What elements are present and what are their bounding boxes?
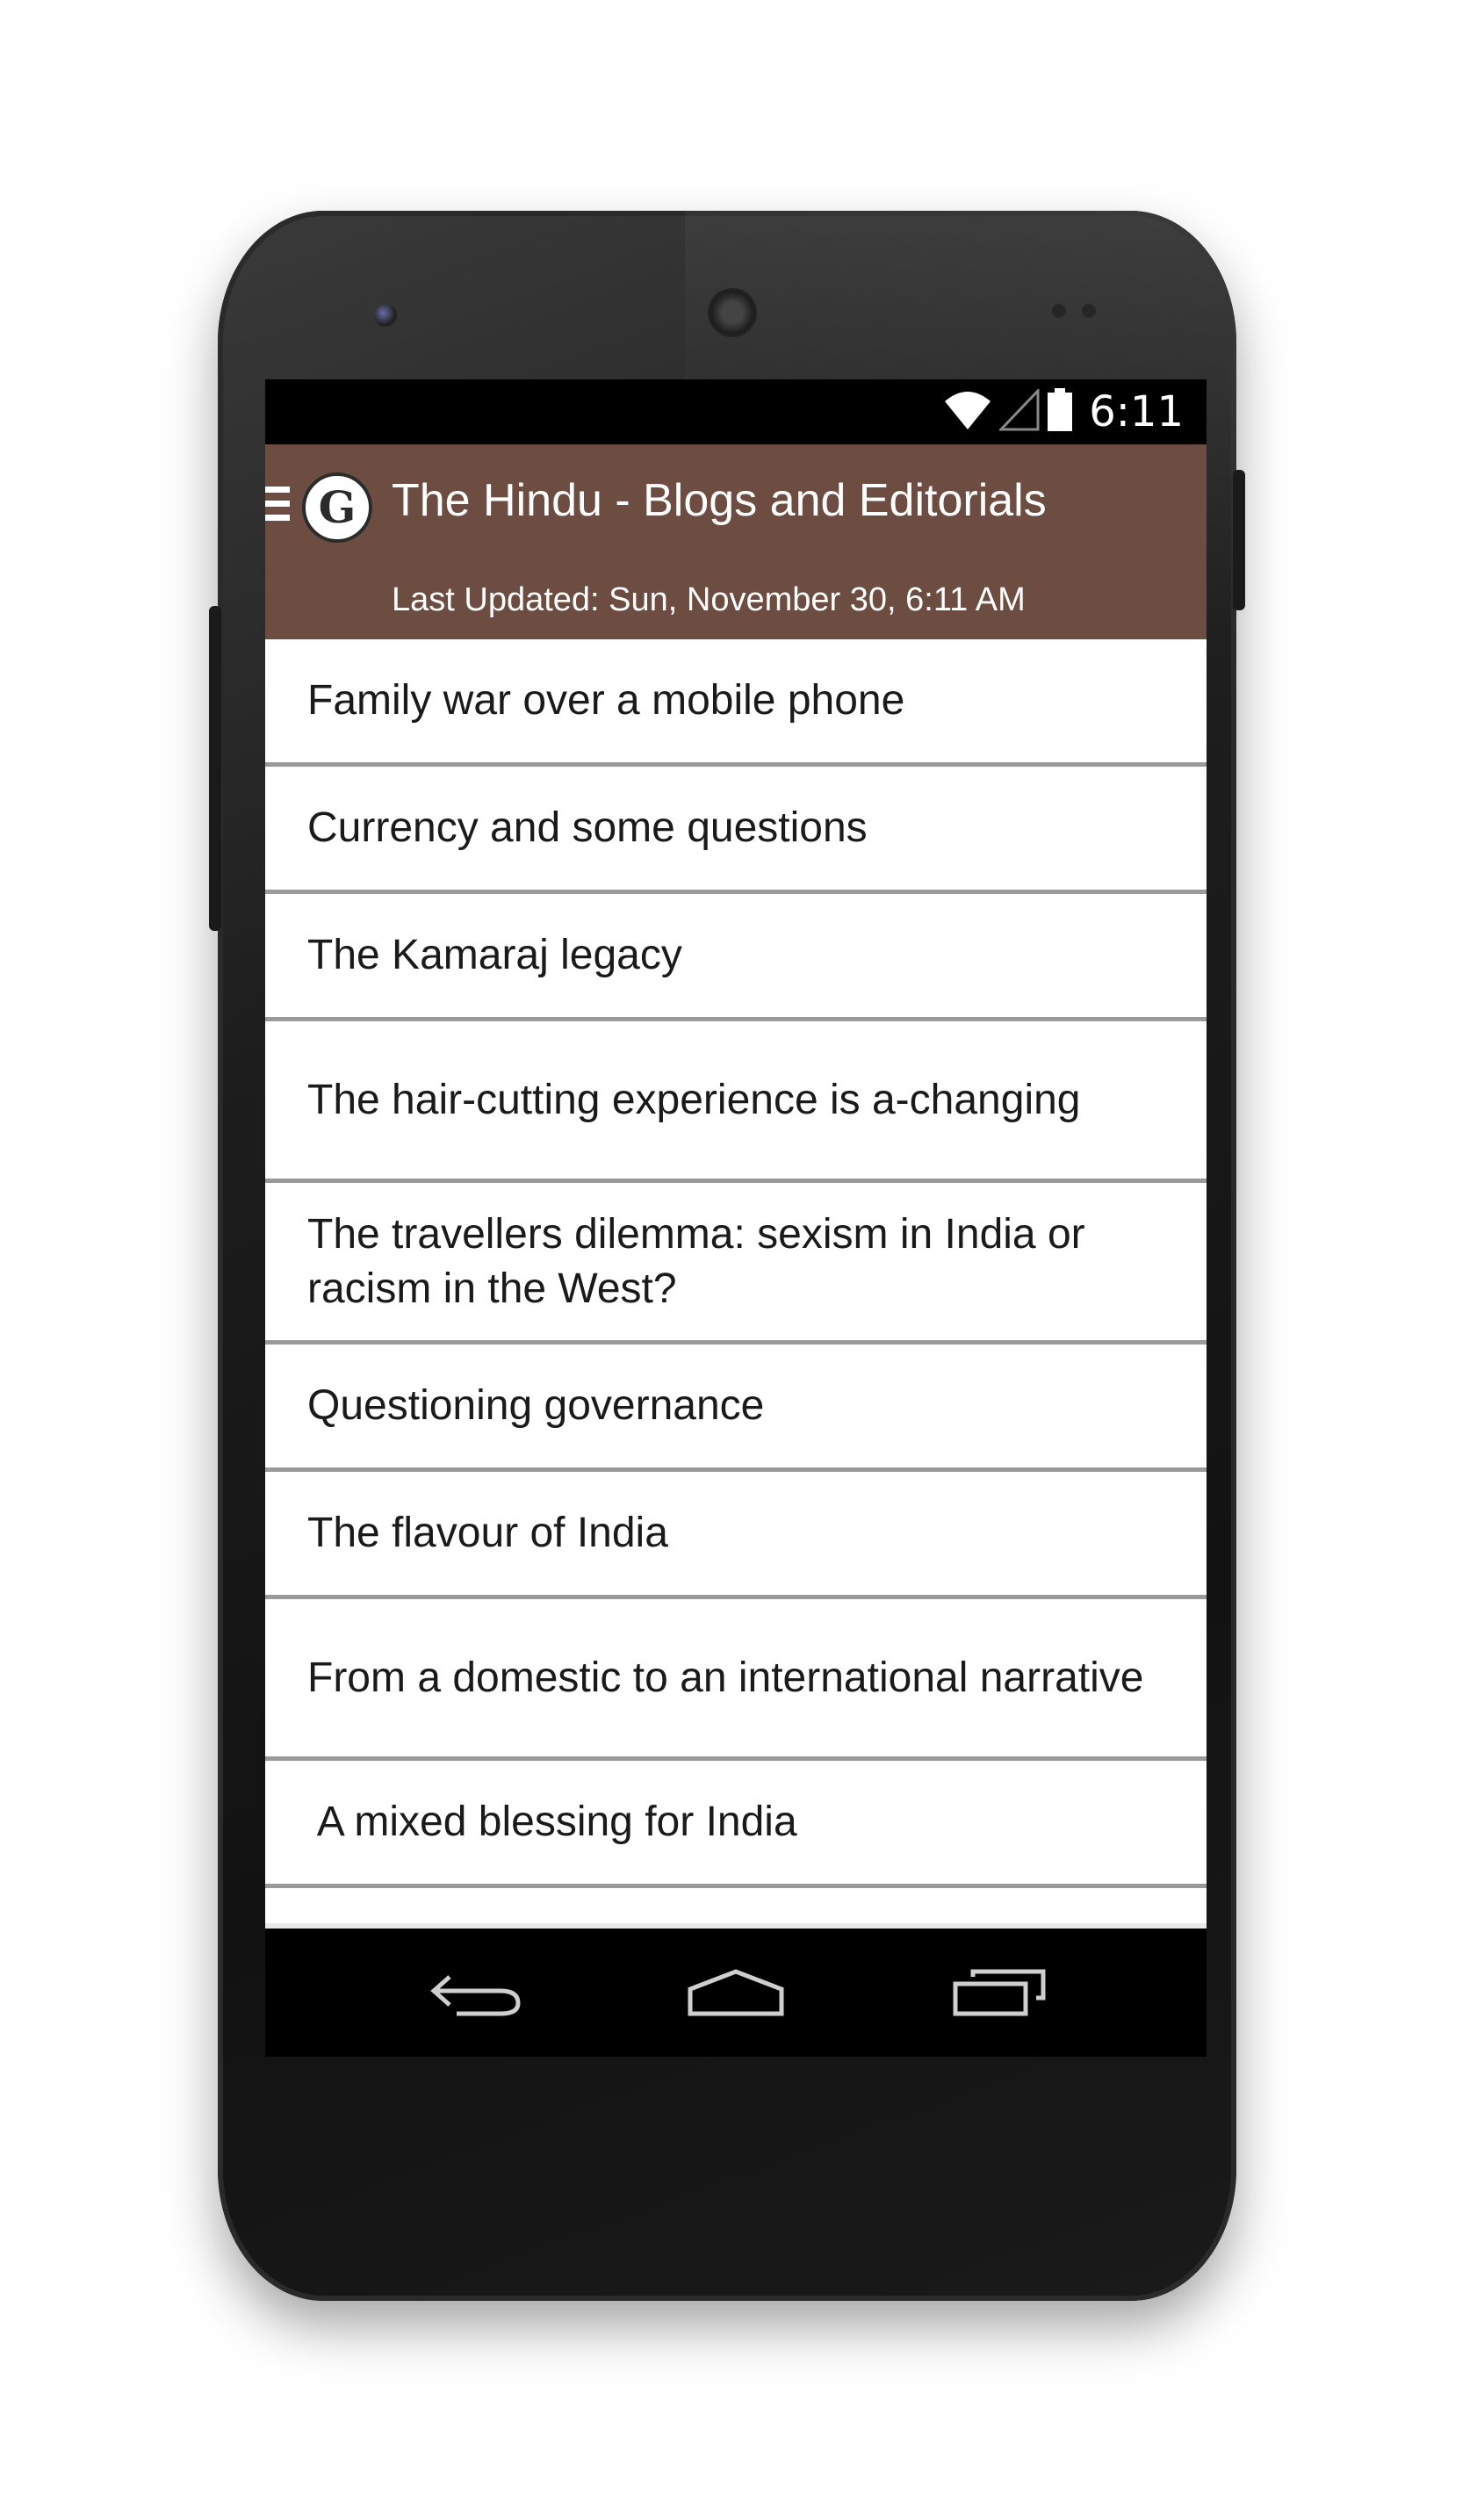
navigation-bar (265, 1929, 1207, 2057)
action-bar: G The Hindu - Blogs and Editorials Last … (265, 444, 1207, 639)
article-title: Currency and some questions (307, 804, 868, 851)
power-button (1233, 470, 1245, 610)
list-item-partial[interactable] (265, 1888, 1207, 1923)
the-hindu-logo[interactable]: G (302, 472, 372, 543)
article-list: Family war over a mobile phone Currency … (265, 639, 1207, 1923)
list-item[interactable]: Questioning governance (265, 1345, 1207, 1472)
status-time: 6:11 (1089, 387, 1184, 436)
list-item[interactable]: The flavour of India (265, 1472, 1207, 1599)
last-updated-text: Last Updated: Sun, November 30, 6:11 AM (392, 581, 1026, 618)
article-title: The travellers dilemma: sexism in India … (307, 1210, 1085, 1312)
list-item[interactable]: The travellers dilemma: sexism in India … (265, 1183, 1207, 1345)
battery-icon (1047, 387, 1073, 436)
volume-button (209, 606, 221, 931)
device-screen: 6:11 G The Hindu - Blogs and Editorials … (265, 379, 1207, 2057)
status-icons: 6:11 (943, 385, 1184, 439)
article-title: Questioning governance (307, 1382, 765, 1429)
article-title: Family war over a mobile phone (307, 677, 905, 724)
list-item[interactable]: From a domestic to an international narr… (265, 1599, 1207, 1761)
home-icon[interactable] (683, 1962, 789, 2023)
article-title: A mixed blessing for India (307, 1799, 797, 1845)
earpiece-speaker (708, 288, 757, 337)
signal-icon (998, 386, 1040, 436)
list-item[interactable]: The hair-cutting experience is a-changin… (265, 1021, 1207, 1183)
front-camera (374, 304, 397, 327)
list-item[interactable]: Family war over a mobile phone (265, 639, 1207, 767)
svg-text:G: G (319, 481, 357, 533)
article-title: The hair-cutting experience is a-changin… (307, 1076, 1081, 1123)
status-bar: 6:11 (265, 379, 1207, 444)
article-title: The flavour of India (307, 1510, 668, 1556)
back-icon[interactable] (423, 1962, 529, 2023)
article-title: The Kamaraj legacy (307, 932, 682, 978)
wifi-icon (943, 389, 992, 436)
recent-apps-icon[interactable] (947, 1962, 1052, 2023)
app-title: The Hindu - Blogs and Editorials (392, 475, 1047, 526)
list-item[interactable]: Currency and some questions (265, 767, 1207, 894)
hamburger-icon[interactable] (265, 487, 292, 529)
light-sensor (1082, 304, 1096, 318)
list-item[interactable]: A mixed blessing for India (265, 1761, 1207, 1888)
proximity-sensor (1052, 304, 1066, 318)
article-title: From a domestic to an international narr… (307, 1654, 1144, 1701)
list-item[interactable]: The Kamaraj legacy (265, 894, 1207, 1021)
